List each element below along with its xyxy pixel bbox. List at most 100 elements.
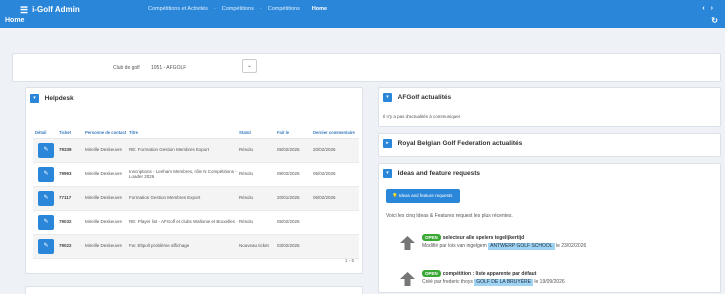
last-comment: 05/02/2026 bbox=[313, 195, 336, 201]
afgolf-news-message: Il n'y a pas d'actualités à communiquer bbox=[383, 114, 461, 119]
refresh-icon[interactable]: ↻ bbox=[711, 16, 718, 25]
ticket-title: Fw: Eltpoll problème affichage bbox=[129, 243, 190, 249]
chevron-down-icon[interactable]: ⌄ bbox=[242, 59, 257, 73]
contact: Mireille Deskeuvre bbox=[85, 171, 123, 177]
menu-icon[interactable]: ☰ bbox=[20, 5, 28, 14]
last-comment bbox=[311, 210, 359, 234]
breadcrumb-item[interactable]: Compétitions bbox=[222, 6, 254, 12]
table-row[interactable]: ✎ 77117 Mireille Deskeuvre Formation Ges… bbox=[33, 186, 359, 210]
idea-title[interactable]: compétition : liste apparente par défaut bbox=[443, 271, 537, 277]
pencil-icon[interactable]: ✎ bbox=[38, 142, 54, 158]
collapse-icon[interactable]: ▾ bbox=[383, 93, 392, 102]
collapse-icon[interactable]: ▾ bbox=[30, 94, 39, 103]
nav-arrows[interactable]: ‹› bbox=[702, 5, 719, 12]
ideas-header[interactable]: ▾ Ideas and feature requests bbox=[383, 169, 480, 178]
ticket-title: RE: Player list - AFGolf et clubs Wallon… bbox=[129, 219, 235, 225]
done-date: 20/01/2026 bbox=[277, 195, 300, 201]
ideas-intro: Voici les cinq Ideas & Features request … bbox=[386, 213, 513, 219]
column-header: Dernier commentaire bbox=[311, 114, 359, 139]
status: Résolu bbox=[239, 171, 254, 177]
rbgf-news-title: Royal Belgian Golf Federation actualités bbox=[397, 140, 523, 147]
column-header: Détail bbox=[33, 114, 57, 139]
done-date: 05/02/2026 bbox=[277, 147, 300, 153]
ideas-button[interactable]: 💡 Ideas and feature requests bbox=[386, 189, 461, 203]
idea-date: le 23/02/2026 bbox=[555, 243, 587, 249]
club-select[interactable]: 1051 - AFGOLF bbox=[151, 65, 186, 71]
last-comment: 05/02/2026 bbox=[313, 171, 336, 177]
idea-item[interactable]: OPEN compétition : liste apparente par dé… bbox=[400, 270, 565, 286]
helpdesk-panel: ▾ Helpdesk Détail Ticket Personne de con… bbox=[25, 87, 363, 274]
pencil-icon[interactable]: ✎ bbox=[38, 238, 54, 254]
column-header: Personne de contact bbox=[83, 114, 127, 139]
afgolf-news-panel: ▾ AFGolf actualités Il n'y a pas d'actua… bbox=[378, 87, 721, 127]
column-header: Statut bbox=[237, 114, 275, 139]
status: Résolu bbox=[239, 219, 254, 225]
ticket-title: RE: Formation Gestion Membres Export bbox=[129, 147, 210, 153]
column-header: Fait le bbox=[275, 114, 311, 139]
expand-icon[interactable]: ▸ bbox=[383, 139, 392, 148]
last-comment: 20/02/2026 bbox=[313, 147, 336, 153]
idea-text: OPEN compétition : liste apparente par dé… bbox=[422, 270, 565, 286]
ideas-panel: ▾ Ideas and feature requests 💡 Ideas and… bbox=[378, 163, 721, 293]
rbgf-news-header[interactable]: ▸ Royal Belgian Golf Federation actualit… bbox=[383, 139, 522, 148]
idea-author: Créé par frederic thoys bbox=[422, 279, 473, 285]
breadcrumb: Compétitions et Activités · Compétitions ·… bbox=[148, 6, 328, 12]
helpdesk-table: Détail Ticket Personne de contact Titre … bbox=[33, 114, 359, 259]
club-label: Club de golf bbox=[113, 65, 140, 71]
ticket-title: Formation Gestion Membres Export bbox=[129, 195, 201, 201]
table-row[interactable]: ✎ 79032 Mireille Deskeuvre RE: Player li… bbox=[33, 210, 359, 234]
contact: Mireille Deskeuvre bbox=[85, 195, 123, 201]
done-date: 03/02/2026 bbox=[277, 243, 300, 249]
contact: Mireille Deskeuvre bbox=[85, 147, 123, 153]
breadcrumb-current: Home bbox=[311, 6, 328, 12]
collapse-icon[interactable]: ▾ bbox=[383, 169, 392, 178]
idea-date: le 19/09/2026 bbox=[534, 279, 565, 285]
pencil-icon[interactable]: ✎ bbox=[38, 166, 54, 182]
done-date: 05/02/2026 bbox=[277, 219, 300, 225]
table-row[interactable]: ✎ 79339 Mireille Deskeuvre RE: Formation… bbox=[33, 138, 359, 162]
ideas-title: Ideas and feature requests bbox=[397, 170, 481, 177]
app-title: i-Golf Admin bbox=[32, 5, 80, 14]
contact: Mireille Deskeuvre bbox=[85, 219, 123, 225]
table-row[interactable]: ✎ 79993 Mireille Deskeuvre Inscriptions … bbox=[33, 162, 359, 186]
status: Nouveau ticket bbox=[239, 243, 269, 249]
arrow-up-icon[interactable] bbox=[400, 236, 415, 250]
ticket-number: 79339 bbox=[59, 147, 72, 153]
rbgf-news-panel: ▸ Royal Belgian Golf Federation actualit… bbox=[378, 133, 721, 157]
table-row[interactable]: ✎ 79022 Mireille Deskeuvre Fw: Eltpoll p… bbox=[33, 234, 359, 258]
column-header: Titre bbox=[127, 114, 237, 139]
breadcrumb-item[interactable]: Compétitions et Activités bbox=[148, 6, 208, 12]
ticket-number: 79022 bbox=[59, 243, 72, 249]
done-date: 09/02/2026 bbox=[277, 171, 300, 177]
club-tag: GOLF DE LA BRUYÈRE bbox=[474, 279, 533, 286]
status-badge: OPEN bbox=[422, 270, 441, 277]
afgolf-news-title: AFGolf actualités bbox=[397, 94, 452, 101]
idea-text: OPEN selecteur alle spelers tegelijkertij… bbox=[422, 234, 586, 250]
breadcrumb-item[interactable]: Compétitions bbox=[268, 6, 300, 12]
helpdesk-title: Helpdesk bbox=[44, 95, 74, 102]
status: Résolu bbox=[239, 195, 254, 201]
page-title: Home bbox=[5, 17, 25, 24]
ticket-number: 79993 bbox=[59, 171, 72, 177]
ticket-number: 77117 bbox=[59, 195, 72, 201]
chevron-left-icon[interactable]: ‹ bbox=[702, 5, 710, 12]
arrow-up-icon[interactable] bbox=[400, 272, 415, 286]
helpdesk-header[interactable]: ▾ Helpdesk bbox=[30, 94, 74, 103]
contact: Mireille Deskeuvre bbox=[85, 243, 123, 249]
brand: ☰ i-Golf Admin bbox=[20, 5, 80, 14]
pencil-icon[interactable]: ✎ bbox=[38, 190, 54, 206]
club-selector-panel: Club de golf 1051 - AFGOLF ⌄ bbox=[12, 53, 721, 82]
chevron-right-icon[interactable]: › bbox=[711, 5, 719, 12]
ticket-number: 79032 bbox=[59, 219, 72, 225]
last-comment bbox=[311, 234, 359, 258]
ticket-title: Inscriptions - Lenham Membres, rôle N Co… bbox=[129, 168, 237, 180]
status-badge: OPEN bbox=[422, 234, 441, 241]
pencil-icon[interactable]: ✎ bbox=[38, 214, 54, 230]
ideas-button-label: Ideas and feature requests bbox=[398, 193, 453, 198]
status: Résolu bbox=[239, 147, 254, 153]
idea-title[interactable]: selecteur alle spelers tegelijkertijd bbox=[443, 235, 524, 241]
afgolf-news-header[interactable]: ▾ AFGolf actualités bbox=[383, 93, 451, 102]
idea-author: Modifié par lois van ingelgem bbox=[422, 243, 487, 249]
idea-item[interactable]: OPEN selecteur alle spelers tegelijkertij… bbox=[400, 234, 586, 250]
pagination[interactable]: 1 - 5 bbox=[345, 258, 354, 263]
